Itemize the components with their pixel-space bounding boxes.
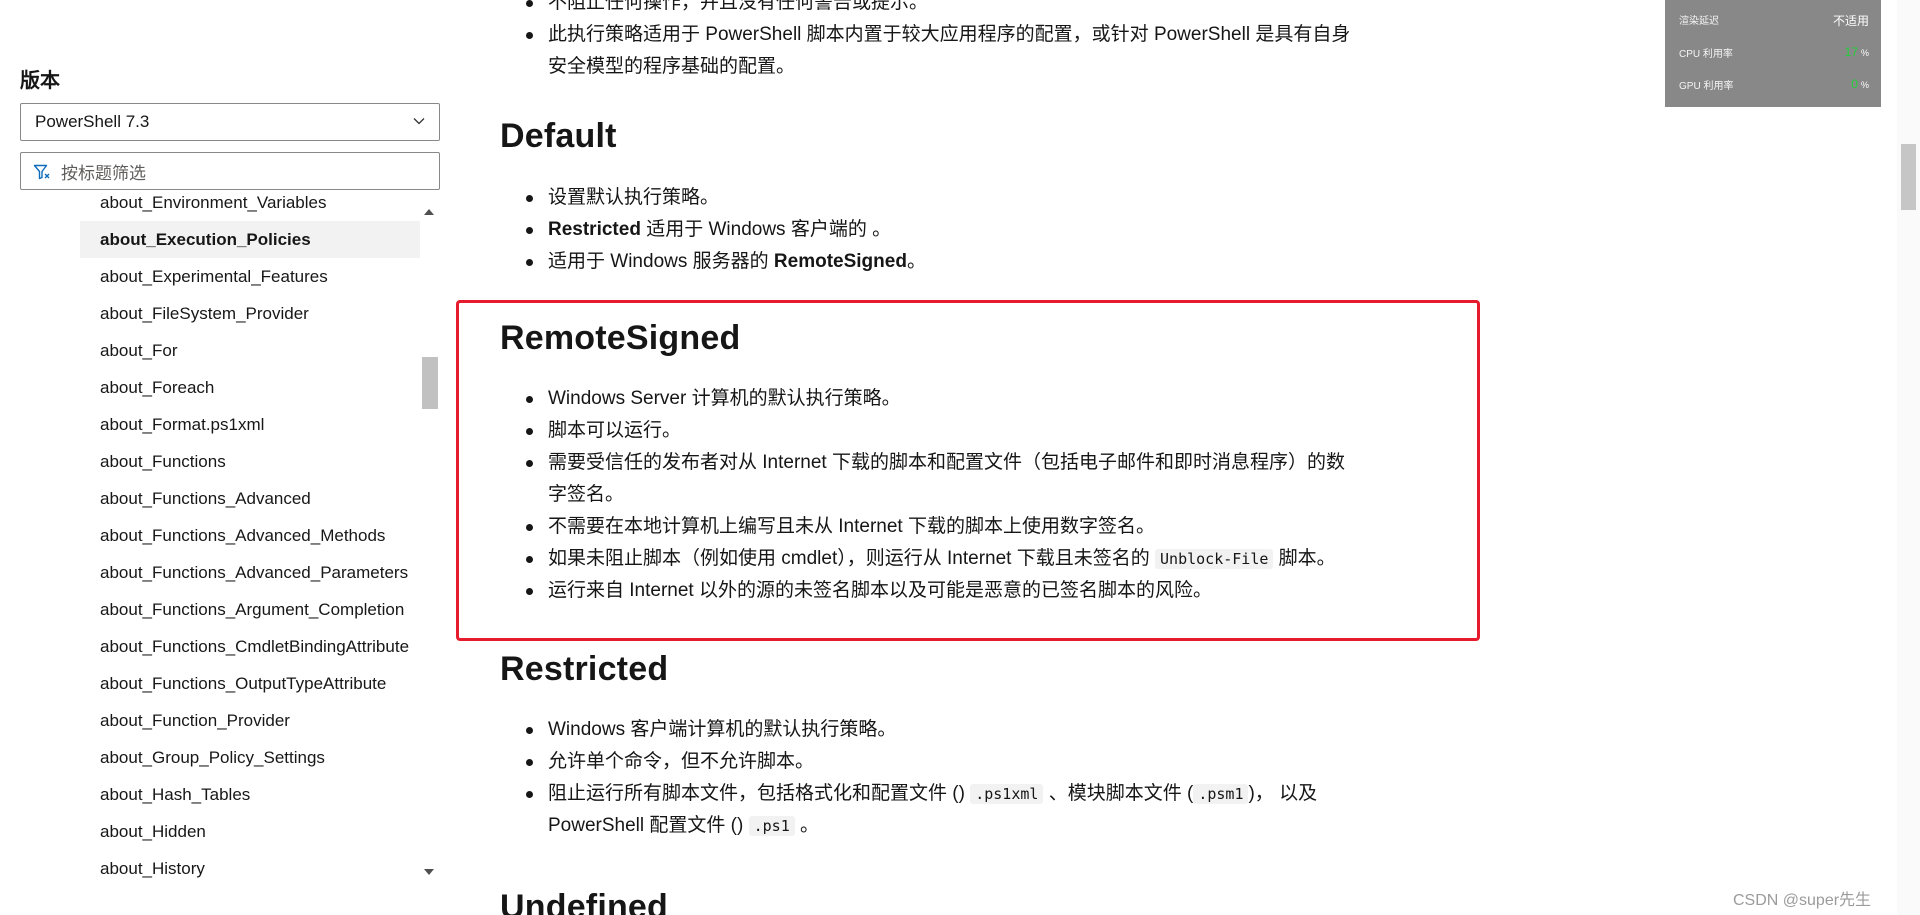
gpu-value: 0 <box>1851 77 1858 91</box>
filter-icon <box>33 164 50 180</box>
cpu-value: 17 <box>1844 45 1858 59</box>
toc-item[interactable]: about_Group_Policy_Settings <box>80 739 420 776</box>
list-item-continuation: 安全模型的程序基础的配置。 <box>548 56 796 77</box>
page-scrollbar-thumb[interactable] <box>1901 144 1916 210</box>
list-item: 设置默认执行策略。 <box>500 182 1500 214</box>
performance-overlay: 渲染延迟 不适用 CPU 利用率 17% GPU 利用率 0% <box>1665 0 1881 107</box>
toc-item[interactable]: about_Hidden <box>80 813 420 850</box>
toc-item[interactable]: about_Format.ps1xml <box>80 406 420 443</box>
bold-term: RemoteSigned <box>773 251 907 272</box>
heading-restricted: Restricted <box>500 650 669 688</box>
toc-item[interactable]: about_Function_Provider <box>80 702 420 739</box>
toc-item[interactable]: about_Functions_OutputTypeAttribute <box>80 665 420 702</box>
sidebar: 版本 PowerShell 7.3 按标题筛选 about_Environmen… <box>0 0 445 915</box>
cpu-unit: % <box>1860 48 1869 58</box>
cpu-value-wrap: 17% <box>1845 45 1869 59</box>
watermark: CSDN @super先生 <box>1733 892 1872 909</box>
filter-input[interactable]: 按标题筛选 <box>20 152 440 190</box>
toc-tree: about_Environment_Variables about_Executi… <box>80 196 420 882</box>
toc-scrollbar-thumb[interactable] <box>422 357 438 409</box>
list-item: 不阻止任何操作，并且没有任何警告或提示。 <box>500 0 1500 19</box>
toc-list: about_Environment_Variables about_Executi… <box>80 196 420 882</box>
toc-item[interactable]: about_Functions_Advanced_Methods <box>80 517 420 554</box>
toc-scrollbar[interactable] <box>420 203 440 881</box>
page-scrollbar[interactable] <box>1897 0 1920 915</box>
list-item-text: PowerShell 配置文件 () <box>548 815 749 836</box>
list-item-continuation: PowerShell 配置文件 () .ps1 。 <box>500 810 1500 842</box>
cpu-row: CPU 利用率 17% <box>1679 45 1869 65</box>
list-item-text: 适用于 Windows 客户端的 。 <box>640 219 892 240</box>
list-item-text: 适用于 Windows 服务器的 <box>548 251 774 272</box>
toc-item[interactable]: about_Functions_Advanced <box>80 480 420 517</box>
list-item-text: )， 以及 <box>1248 783 1318 804</box>
list-item-text: 阻止运行所有脚本文件，包括格式化和配置文件 () <box>548 783 971 804</box>
page: 版本 PowerShell 7.3 按标题筛选 about_Environmen… <box>0 0 1920 915</box>
toc-item[interactable]: about_Functions_CmdletBindingAttribute <box>80 628 420 665</box>
scroll-down-arrow-icon[interactable] <box>424 869 434 875</box>
default-list: 设置默认执行策略。 Restricted 适用于 Windows 客户端的 。 … <box>500 182 1500 278</box>
toc-item[interactable]: about_Functions_Argument_Completion <box>80 591 420 628</box>
inline-code: .psm1 <box>1193 784 1249 804</box>
toc-item[interactable]: about_Foreach <box>80 369 420 406</box>
version-heading: 版本 <box>20 70 60 92</box>
version-select-value: PowerShell 7.3 <box>35 112 150 131</box>
toc-item[interactable]: about_Environment_Variables <box>80 196 420 221</box>
filter-placeholder: 按标题筛选 <box>61 163 146 183</box>
cpu-label: CPU 利用率 <box>1679 49 1733 60</box>
gpu-label: GPU 利用率 <box>1679 81 1734 92</box>
inline-code: .ps1xml <box>970 784 1044 804</box>
list-item: Windows 客户端计算机的默认执行策略。 <box>500 714 1500 746</box>
gpu-row: GPU 利用率 0% <box>1679 77 1869 97</box>
gpu-value-wrap: 0% <box>1851 77 1869 91</box>
toc-item[interactable]: about_Functions_Advanced_Parameters <box>80 554 420 591</box>
version-select[interactable]: PowerShell 7.3 <box>20 103 440 141</box>
toc-item[interactable]: about_Execution_Policies <box>80 221 420 258</box>
list-item-text: 、模块脚本文件 ( <box>1043 783 1194 804</box>
render-latency-row: 渲染延迟 不适用 <box>1679 12 1869 32</box>
list-item-text: 。 <box>906 251 926 272</box>
list-item-text: 此执行策略适用于 PowerShell 脚本内置于较大应用程序的配置，或针对 P… <box>548 24 1351 45</box>
top-list: 不阻止任何操作，并且没有任何警告或提示。 此执行策略适用于 PowerShell… <box>500 0 1500 83</box>
heading-undefined: Undefined <box>500 888 669 915</box>
bold-term: Restricted <box>548 219 641 240</box>
toc-item[interactable]: about_Experimental_Features <box>80 258 420 295</box>
render-latency-value: 不适用 <box>1832 14 1869 28</box>
chevron-down-icon <box>413 118 425 125</box>
toc-item[interactable]: about_For <box>80 332 420 369</box>
list-item: 此执行策略适用于 PowerShell 脚本内置于较大应用程序的配置，或针对 P… <box>500 19 1500 51</box>
toc-item[interactable]: about_FileSystem_Provider <box>80 295 420 332</box>
toc-item[interactable]: about_Functions <box>80 443 420 480</box>
list-item: Restricted 适用于 Windows 客户端的 。 <box>500 214 1500 246</box>
render-latency-label: 渲染延迟 <box>1679 16 1719 27</box>
gpu-unit: % <box>1860 80 1869 90</box>
list-item: 允许单个命令，但不允许脚本。 <box>500 746 1500 778</box>
red-highlight-box <box>456 300 1480 641</box>
list-item-text: 。 <box>794 815 820 836</box>
restricted-list: Windows 客户端计算机的默认执行策略。 允许单个命令，但不允许脚本。 阻止… <box>500 714 1500 842</box>
list-item: 适用于 Windows 服务器的 RemoteSigned。 <box>500 246 1500 278</box>
toc-item[interactable]: about_Hash_Tables <box>80 776 420 813</box>
scroll-up-arrow-icon[interactable] <box>424 209 434 215</box>
toc-item[interactable]: about_History <box>80 850 420 882</box>
inline-code: .ps1 <box>748 816 795 836</box>
list-item: 阻止运行所有脚本文件，包括格式化和配置文件 () .ps1xml 、模块脚本文件… <box>500 778 1500 810</box>
heading-default: Default <box>500 117 617 155</box>
